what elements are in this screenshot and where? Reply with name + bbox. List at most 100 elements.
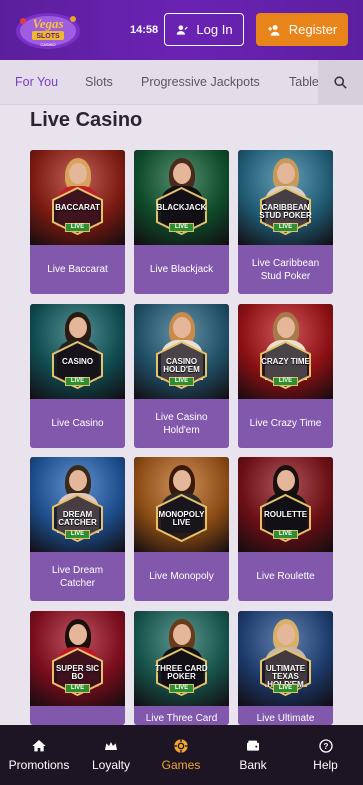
- game-thumbnail[interactable]: CARIBBEAN STUD POKER LIVE: [238, 150, 333, 245]
- tab-progressive-jackpots[interactable]: Progressive Jackpots: [141, 75, 260, 89]
- dealer-face: [69, 624, 87, 645]
- game-title[interactable]: Live Three Card: [134, 706, 229, 725]
- game-thumbnail[interactable]: DREAM CATCHER LIVE: [30, 457, 125, 552]
- live-tag: LIVE: [273, 223, 298, 232]
- game-title[interactable]: [30, 706, 125, 725]
- nav-bank[interactable]: Bank: [218, 725, 288, 785]
- add-user-icon: [268, 24, 280, 36]
- game-thumbnail[interactable]: CASINO HOLD'EM LIVE: [134, 304, 229, 399]
- nav-loyalty-label: Loyalty: [91, 758, 131, 772]
- game-badge-text: CARIBBEAN STUD POKER: [259, 203, 312, 220]
- game-thumbnail[interactable]: CRAZY TIME LIVE: [238, 304, 333, 399]
- live-tag: LIVE: [169, 223, 194, 232]
- game-thumbnail[interactable]: BLACKJACK LIVE: [134, 150, 229, 245]
- game-badge-text: ROULETTE: [263, 510, 308, 519]
- home-icon: [32, 740, 46, 752]
- tab-for-you[interactable]: For You: [15, 75, 58, 89]
- crown-icon: [105, 742, 117, 750]
- live-tag: LIVE: [65, 377, 90, 386]
- live-tag: LIVE: [65, 684, 90, 693]
- live-tag: LIVE: [273, 530, 298, 539]
- game-title[interactable]: Live Monopoly: [134, 552, 229, 601]
- game-thumbnail[interactable]: ULTIMATE TEXAS HOLD'EMLIVE: [238, 611, 333, 706]
- live-tag: LIVE: [65, 223, 90, 232]
- game-card[interactable]: CRAZY TIME LIVE Live Crazy Time: [238, 304, 333, 448]
- live-tag: LIVE: [273, 377, 298, 386]
- game-thumbnail[interactable]: BACCARAT LIVE: [30, 150, 125, 245]
- dealer-face: [69, 163, 87, 184]
- game-card[interactable]: CARIBBEAN STUD POKER LIVE Live Caribbean S…: [238, 150, 333, 294]
- game-badge-text: DREAM CATCHER: [58, 510, 97, 527]
- game-badge-text: CASINO HOLD'EM: [163, 357, 200, 374]
- svg-text:SLOTS: SLOTS: [36, 33, 60, 40]
- wallet-icon: [247, 740, 259, 751]
- game-title[interactable]: Live Crazy Time: [238, 399, 333, 448]
- game-card[interactable]: MONOPOLY LIVE Live Monopoly: [134, 457, 229, 601]
- game-card[interactable]: BLACKJACK LIVE Live Blackjack: [134, 150, 229, 294]
- dealer-face: [173, 163, 191, 184]
- game-title[interactable]: Live Caribbean Stud Poker: [238, 245, 333, 294]
- nav-games-label: Games: [161, 758, 201, 772]
- live-tag: LIVE: [169, 684, 194, 693]
- user-key-icon: [177, 24, 189, 35]
- login-button[interactable]: Log In: [164, 13, 244, 46]
- nav-promotions-label: Promotions: [8, 758, 70, 772]
- dealer-face: [277, 163, 295, 184]
- dealer-face: [69, 317, 87, 338]
- nav-loyalty[interactable]: Loyalty: [78, 725, 144, 785]
- search-button[interactable]: [318, 60, 363, 105]
- dealer-face: [277, 624, 295, 645]
- game-card[interactable]: BACCARAT LIVE Live Baccarat: [30, 150, 125, 294]
- game-title[interactable]: Live Ultimate: [238, 706, 333, 725]
- game-card[interactable]: CASINO HOLD'EM LIVE Live Casino Hold'em: [134, 304, 229, 448]
- game-title[interactable]: Live Casino: [30, 399, 125, 448]
- game-badge-text: SUPER SIC BO: [55, 664, 100, 681]
- game-title[interactable]: Live Roulette: [238, 552, 333, 601]
- game-thumbnail[interactable]: THREE CARD POKER LIVE: [134, 611, 229, 706]
- tab-table[interactable]: Table: [289, 75, 319, 89]
- game-title[interactable]: Live Blackjack: [134, 245, 229, 294]
- dealer-face: [69, 470, 87, 491]
- header: Vegas SLOTS CASINO 14:58 Log In Register: [0, 0, 363, 60]
- game-badge-text: CRAZY TIME: [261, 357, 310, 366]
- tab-slots[interactable]: Slots: [85, 75, 113, 89]
- game-card[interactable]: DREAM CATCHER LIVE Live Dream Catcher: [30, 457, 125, 601]
- game-badge-text: BLACKJACK: [156, 203, 207, 212]
- svg-text:CASINO: CASINO: [40, 42, 55, 47]
- nav-help[interactable]: ? Help: [288, 725, 363, 785]
- login-label: Log In: [196, 22, 233, 37]
- game-thumbnail[interactable]: MONOPOLY LIVE: [134, 457, 229, 552]
- game-title[interactable]: Live Dream Catcher: [30, 552, 125, 601]
- svg-text:Vegas: Vegas: [32, 16, 63, 31]
- chip-icon: [174, 739, 188, 753]
- vegas-slots-logo[interactable]: Vegas SLOTS CASINO: [15, 7, 81, 51]
- nav-help-label: Help: [313, 758, 338, 772]
- game-thumbnail[interactable]: SUPER SIC BO LIVE: [30, 611, 125, 706]
- search-icon: [334, 76, 347, 89]
- game-card[interactable]: ROULETTE LIVE Live Roulette: [238, 457, 333, 601]
- game-badge-text: MONOPOLY LIVE: [158, 510, 205, 527]
- nav-games[interactable]: Games: [144, 725, 218, 785]
- dealer-face: [173, 317, 191, 338]
- game-title[interactable]: Live Baccarat: [30, 245, 125, 294]
- register-button[interactable]: Register: [256, 13, 348, 46]
- live-tag: LIVE: [65, 530, 90, 539]
- game-badge-text: THREE CARD POKER: [155, 664, 208, 681]
- game-card[interactable]: ULTIMATE TEXAS HOLD'EMLIVELive Ultimate: [238, 611, 333, 725]
- game-badge-text: CASINO: [61, 357, 94, 366]
- game-card[interactable]: CASINO LIVE Live Casino: [30, 304, 125, 448]
- category-tabs: For You Slots Progressive Jackpots Table: [0, 60, 363, 105]
- dealer-face: [173, 470, 191, 491]
- game-title[interactable]: Live Casino Hold'em: [134, 399, 229, 448]
- dealer-face: [277, 317, 295, 338]
- nav-bank-label: Bank: [239, 758, 267, 772]
- bottom-navigation: Promotions Loyalty Games Bank ? Help: [0, 725, 363, 785]
- game-badge-text: BACCARAT: [55, 203, 100, 212]
- game-thumbnail[interactable]: CASINO LIVE: [30, 304, 125, 399]
- help-icon: ?: [318, 739, 333, 753]
- game-card[interactable]: SUPER SIC BO LIVE: [30, 611, 125, 725]
- game-thumbnail[interactable]: ROULETTE LIVE: [238, 457, 333, 552]
- game-card[interactable]: THREE CARD POKER LIVE Live Three Card: [134, 611, 229, 725]
- nav-promotions[interactable]: Promotions: [0, 725, 78, 785]
- dealer-face: [173, 624, 191, 645]
